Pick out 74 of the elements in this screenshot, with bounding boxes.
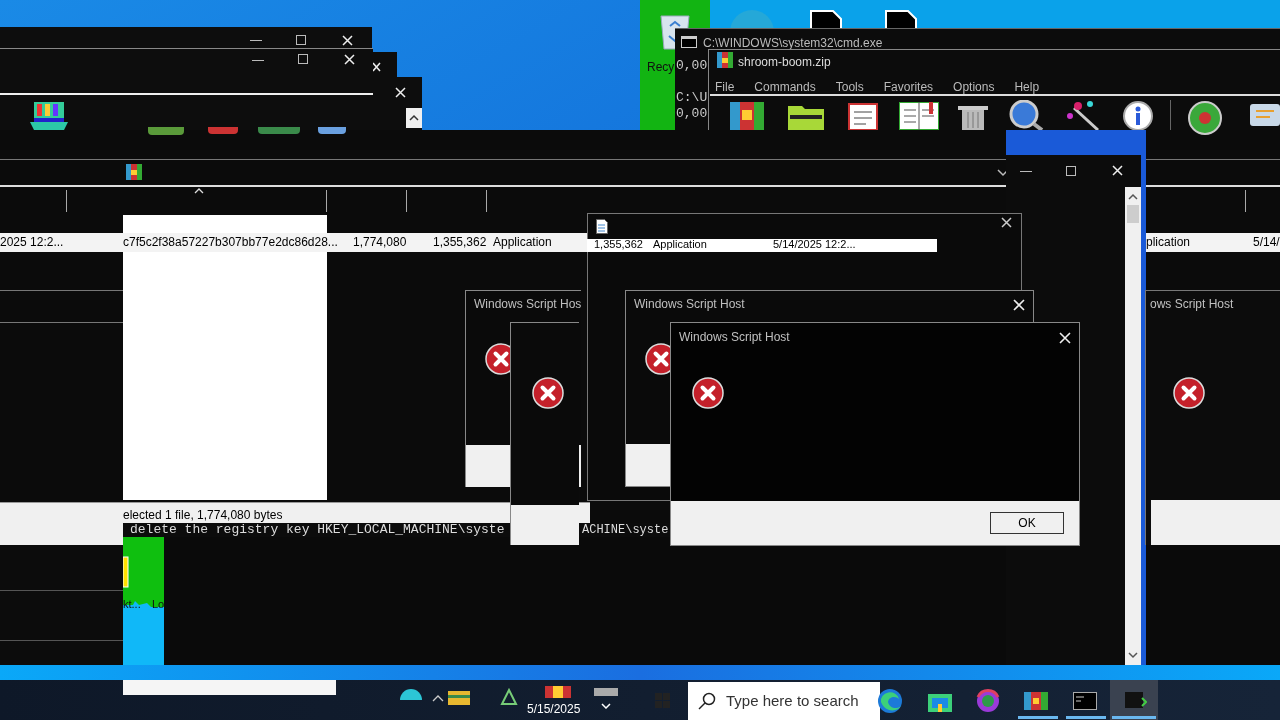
scrollbar[interactable] <box>1125 187 1141 665</box>
ok-button[interactable]: OK <box>990 512 1064 534</box>
icon-label: Recy <box>647 59 675 76</box>
archive-icon[interactable] <box>545 686 571 698</box>
table-cell: 2025 12:2... <box>0 235 64 250</box>
scroll-up-button[interactable] <box>406 108 422 128</box>
minimize-icon[interactable] <box>252 60 264 62</box>
table-cell: 1,355,362 <box>594 238 643 251</box>
icon-label: Lo <box>152 598 165 611</box>
menu-item[interactable]: Favorites <box>878 78 939 96</box>
table-cell: 1,355,362 <box>433 235 487 250</box>
globe-icon[interactable] <box>976 689 1000 713</box>
error-icon <box>532 377 564 409</box>
error-icon <box>1173 377 1205 409</box>
book-icon[interactable] <box>899 102 939 130</box>
minimize-icon[interactable] <box>250 40 262 42</box>
menu-item[interactable]: File <box>710 78 740 96</box>
archive-icon <box>717 52 733 68</box>
table-cell: 1,774,080 <box>353 235 407 250</box>
wand-icon[interactable] <box>1066 100 1100 130</box>
table-cell: 5/14/ <box>1253 235 1280 250</box>
menu-item[interactable]: Commands <box>749 78 821 96</box>
status-text: elected 1 file, 1,774,080 bytes <box>123 508 283 523</box>
archive-icon[interactable] <box>1024 692 1048 710</box>
console-text: C:\U <box>676 90 708 105</box>
error-icon <box>692 377 724 409</box>
search-icon <box>698 692 716 710</box>
dialog-title: Windows Script Host <box>634 297 745 312</box>
folder-icon[interactable] <box>448 689 470 705</box>
menu-item[interactable]: Help <box>1009 78 1045 96</box>
selected-row[interactable] <box>0 233 590 252</box>
dialog-title: ows Script Host <box>1150 297 1234 312</box>
window-title: shroom-boom.zip <box>738 54 831 71</box>
dropdown-icon[interactable] <box>997 169 1009 177</box>
tray-app-icon[interactable] <box>400 689 422 700</box>
clock-date[interactable]: 5/15/2025 <box>527 700 581 718</box>
window-title: C:\WINDOWS\system32\cmd.exe <box>703 35 883 52</box>
toolbar-icon[interactable] <box>318 127 346 134</box>
maximize-icon[interactable] <box>1066 166 1076 176</box>
magnifier-icon[interactable] <box>1008 100 1044 130</box>
clipboard-icon[interactable] <box>848 102 878 130</box>
shield-icon[interactable] <box>1188 101 1222 135</box>
console-icon <box>681 36 697 48</box>
console-icon[interactable] <box>1073 692 1097 710</box>
table-cell: 5/14/2025 12:2... <box>773 238 856 251</box>
toolbar-icon[interactable] <box>208 127 238 134</box>
chevron-up-icon[interactable] <box>432 694 444 702</box>
search-input[interactable]: Type here to search <box>726 689 876 713</box>
table-cell: Application <box>493 235 552 250</box>
info-icon[interactable] <box>1121 101 1155 131</box>
console-text: 0,00 <box>676 106 708 121</box>
table-cell: c7f5c2f38a57227b307bb77e2dc86d28... <box>123 235 338 250</box>
table-cell: plication <box>1146 235 1191 250</box>
sort-caret-icon[interactable] <box>194 188 204 194</box>
console-text: ACHINE\syste <box>582 523 669 538</box>
terminal-icon <box>1125 692 1147 710</box>
archive-icon <box>126 164 142 180</box>
menu-item[interactable]: Options <box>948 78 1000 96</box>
search-field[interactable]: Type here to search <box>688 682 880 720</box>
dialog-title: Windows Script Host <box>679 330 790 345</box>
table-cell: Application <box>653 238 707 251</box>
browser-icon[interactable] <box>877 688 903 714</box>
books-icon[interactable] <box>28 102 70 130</box>
close-icon[interactable] <box>1001 217 1012 228</box>
minimize-icon[interactable] <box>1020 171 1032 173</box>
document-icon <box>596 219 608 234</box>
selected-row[interactable] <box>1146 233 1280 252</box>
table-row[interactable] <box>587 239 937 252</box>
menu-item[interactable]: Tools <box>830 78 869 96</box>
chevron-down-icon[interactable] <box>601 703 611 709</box>
dialog-title: Windows Script Hos <box>474 297 582 312</box>
console-text: delete the registry key HKEY_LOCAL_MACHINE\syste <box>130 522 505 537</box>
archive-icon[interactable] <box>730 102 764 130</box>
console-text: 0,00 <box>676 58 708 73</box>
